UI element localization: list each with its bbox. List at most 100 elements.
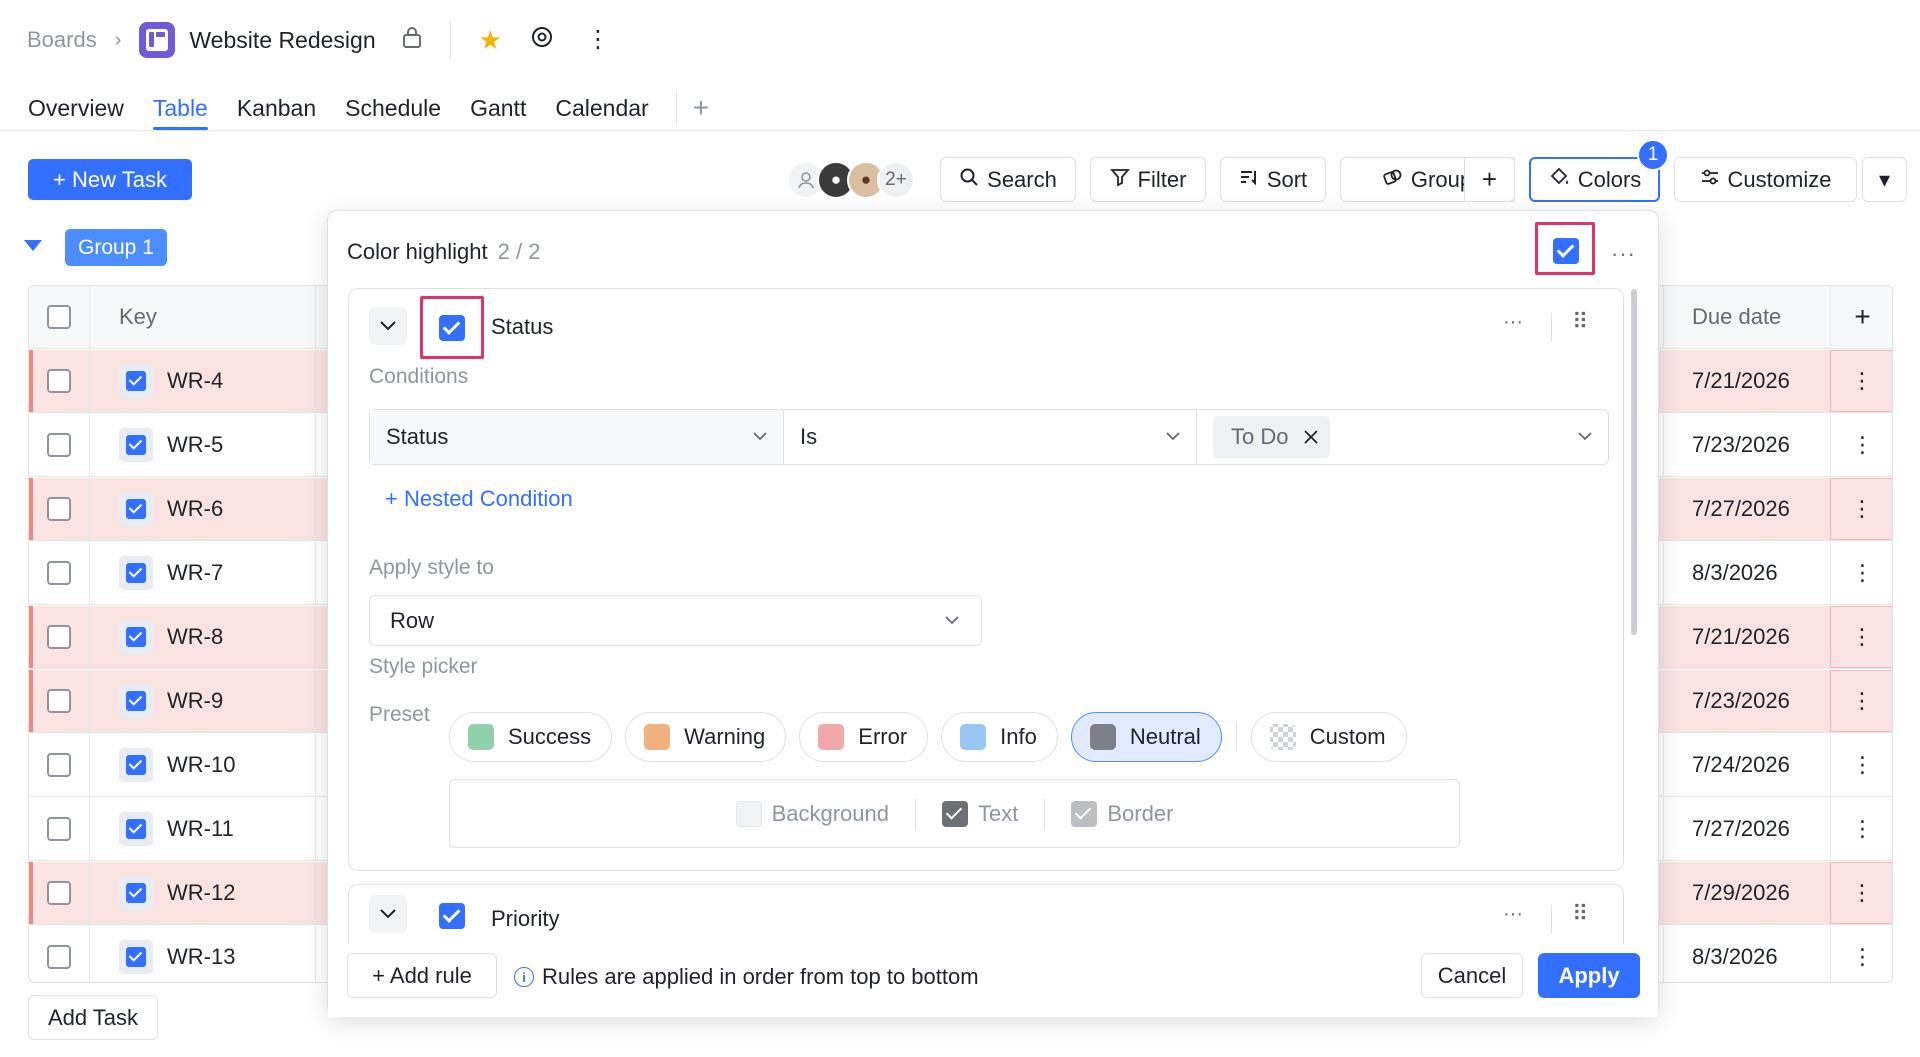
row-select-cell[interactable] (29, 350, 90, 412)
rule-more-icon[interactable]: ··· (1503, 311, 1523, 334)
row-actions-icon[interactable]: ⋮ (1830, 606, 1892, 668)
row-checkbox[interactable] (47, 497, 71, 521)
row-checkbox[interactable] (47, 369, 71, 393)
preset-error[interactable]: Error (799, 712, 929, 762)
row-select-cell[interactable] (29, 542, 90, 604)
row-select-cell[interactable] (29, 926, 90, 982)
customize-button[interactable]: Customize (1674, 157, 1857, 202)
target-background[interactable]: Background (710, 800, 915, 827)
close-icon[interactable] (1304, 424, 1319, 450)
key-cell[interactable]: WR-4 (91, 350, 316, 412)
key-cell[interactable]: WR-8 (91, 606, 316, 668)
add-toolbar-button[interactable]: + (1464, 157, 1515, 202)
cancel-button[interactable]: Cancel (1421, 953, 1523, 998)
row-checkbox[interactable] (47, 945, 71, 969)
due-date-cell[interactable]: 7/24/2026 (1663, 734, 1830, 796)
tab-calendar[interactable]: Calendar (555, 86, 648, 130)
row-actions-icon[interactable]: ⋮ (1830, 542, 1892, 604)
group-collapse-icon[interactable] (24, 240, 42, 251)
tab-gantt[interactable]: Gantt (470, 86, 526, 130)
drag-handle-icon[interactable]: ⠿ (1572, 901, 1588, 927)
rule-enable-checkbox[interactable] (439, 903, 465, 929)
search-button[interactable]: Search (940, 157, 1076, 202)
row-select-cell[interactable] (29, 414, 90, 476)
popover-more-icon[interactable]: ··· (1611, 241, 1636, 267)
key-cell[interactable]: WR-13 (91, 926, 316, 982)
preset-neutral[interactable]: Neutral (1070, 712, 1222, 762)
condition-field-select[interactable]: Status (370, 410, 784, 464)
lock-icon[interactable] (402, 26, 422, 54)
new-task-button[interactable]: + New Task (28, 159, 192, 200)
rule-more-icon[interactable]: ··· (1503, 903, 1523, 926)
row-checkbox[interactable] (47, 433, 71, 457)
key-cell[interactable]: WR-6 (91, 478, 316, 540)
popover-scrollbar[interactable] (1631, 289, 1637, 635)
select-all-checkbox[interactable] (47, 305, 71, 329)
tab-schedule[interactable]: Schedule (345, 86, 441, 130)
add-view-button[interactable]: + (693, 92, 709, 124)
group-label[interactable]: Group 1 (65, 229, 167, 266)
row-actions-icon[interactable]: ⋮ (1830, 798, 1892, 860)
row-checkbox[interactable] (47, 689, 71, 713)
due-date-column-header[interactable]: Due date (1692, 304, 1781, 330)
master-enable-checkbox[interactable] (1553, 238, 1579, 264)
preset-success[interactable]: Success (449, 712, 613, 762)
background-checkbox[interactable] (735, 800, 762, 827)
add-task-button[interactable]: Add Task (28, 995, 158, 1040)
border-checkbox[interactable] (1071, 800, 1098, 827)
due-date-cell[interactable]: 7/21/2026 (1663, 350, 1830, 412)
row-checkbox[interactable] (47, 753, 71, 777)
row-select-cell[interactable] (29, 734, 90, 796)
text-checkbox[interactable] (942, 800, 968, 827)
row-actions-icon[interactable]: ⋮ (1830, 734, 1892, 796)
row-actions-icon[interactable]: ⋮ (1830, 862, 1892, 924)
board-title[interactable]: Website Redesign (189, 27, 375, 54)
rule-enable-checkbox[interactable] (439, 315, 465, 341)
due-date-cell[interactable]: 7/27/2026 (1663, 798, 1830, 860)
chevron-down-icon[interactable] (369, 307, 407, 345)
row-checkbox[interactable] (47, 817, 71, 841)
row-actions-icon[interactable]: ⋮ (1830, 926, 1892, 982)
key-cell[interactable]: WR-7 (91, 542, 316, 604)
preset-info[interactable]: Info (941, 712, 1058, 762)
row-actions-icon[interactable]: ⋮ (1830, 478, 1892, 540)
drag-handle-icon[interactable]: ⠿ (1572, 309, 1588, 335)
tab-kanban[interactable]: Kanban (237, 86, 316, 130)
key-cell[interactable]: WR-11 (91, 798, 316, 860)
preset-custom[interactable]: Custom (1250, 712, 1407, 762)
apply-button[interactable]: Apply (1538, 953, 1640, 998)
key-column-header[interactable]: Key (119, 304, 157, 330)
row-select-cell[interactable] (29, 478, 90, 540)
condition-value-select[interactable]: To Do (1197, 410, 1608, 464)
row-checkbox[interactable] (47, 625, 71, 649)
preset-warning[interactable]: Warning (625, 712, 787, 762)
target-text[interactable]: Text (916, 800, 1044, 827)
more-options-icon[interactable]: ⋮ (586, 28, 610, 52)
due-date-cell[interactable]: 7/21/2026 (1663, 606, 1830, 668)
row-checkbox[interactable] (47, 561, 71, 585)
due-date-cell[interactable]: 7/29/2026 (1663, 862, 1830, 924)
row-select-cell[interactable] (29, 670, 90, 732)
chevron-down-icon[interactable] (369, 895, 407, 933)
add-rule-button[interactable]: + Add rule (347, 953, 497, 998)
key-cell[interactable]: WR-10 (91, 734, 316, 796)
more-views-dropdown[interactable]: ▾ (1862, 157, 1907, 202)
select-all-checkbox-cell[interactable] (29, 286, 90, 348)
row-checkbox[interactable] (47, 881, 71, 905)
row-actions-icon[interactable]: ⋮ (1830, 414, 1892, 476)
target-border[interactable]: Border (1045, 800, 1199, 827)
star-icon[interactable]: ★ (479, 25, 502, 56)
key-cell[interactable]: WR-9 (91, 670, 316, 732)
member-avatars[interactable]: ● ● 2+ (787, 160, 915, 200)
due-date-cell[interactable]: 7/27/2026 (1663, 478, 1830, 540)
row-select-cell[interactable] (29, 798, 90, 860)
key-cell[interactable]: WR-5 (91, 414, 316, 476)
due-date-cell[interactable]: 7/23/2026 (1663, 414, 1830, 476)
tab-overview[interactable]: Overview (28, 86, 124, 130)
row-select-cell[interactable] (29, 862, 90, 924)
tab-table[interactable]: Table (152, 86, 208, 130)
due-date-cell[interactable]: 8/3/2026 (1663, 926, 1830, 982)
breadcrumb-boards[interactable]: Boards (27, 27, 97, 53)
settings-icon[interactable] (530, 25, 554, 56)
apply-style-select[interactable]: Row (369, 595, 982, 646)
